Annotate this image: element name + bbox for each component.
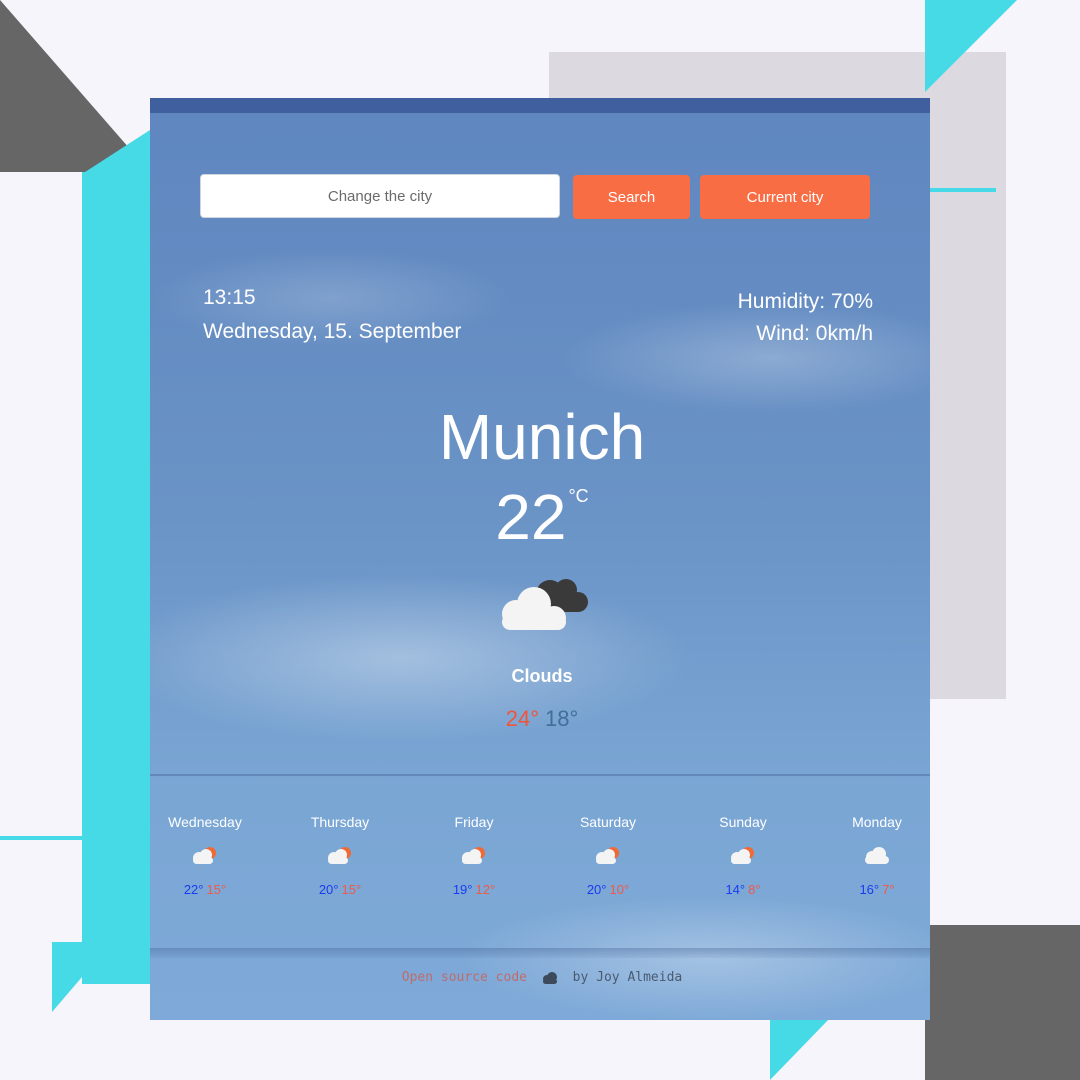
city-name: Munich [438, 401, 646, 473]
temperature-value: 22 [495, 481, 567, 553]
current-date: Wednesday, 15. September [203, 320, 462, 343]
weather-description: Clouds [511, 666, 573, 686]
forecast-min-temp: 15° [341, 882, 362, 897]
city-search-input[interactable] [200, 174, 560, 218]
forecast-max-temp: 20° [318, 882, 339, 897]
forecast-day: Friday 19° 12° [414, 814, 534, 897]
forecast-day-name: Monday [852, 814, 902, 830]
today-min-temp: 18° [545, 706, 579, 731]
forecast-day-name: Thursday [310, 814, 370, 830]
weather-app-window: Search Current city 13:15 Wednesday, 15.… [150, 98, 930, 1020]
forecast-min-temp: 15° [206, 882, 227, 897]
footer: Open source code by Joy Almeida [150, 970, 930, 985]
decor-dark-square-bottom-right [925, 925, 1080, 1080]
forecast-max-temp: 16° [859, 882, 880, 897]
forecast-max-temp: 20° [586, 882, 607, 897]
today-max-temp: 24° [505, 706, 539, 731]
forecast-day-name: Saturday [579, 814, 637, 830]
forecast-min-temp: 10° [609, 882, 630, 897]
current-temperature: 22 °C [150, 478, 930, 556]
forecast-day-name: Sunday [719, 814, 767, 830]
search-button[interactable]: Search [573, 175, 690, 219]
humidity-text: Humidity: 70% [737, 290, 873, 313]
sun-cloud-rain-icon [328, 847, 351, 870]
forecast-min-temp: 12° [475, 882, 496, 897]
cloud-sun-icon [542, 971, 557, 984]
forecast-max-temp: 19° [452, 882, 473, 897]
footer-divider [150, 948, 930, 958]
cloud-icon [865, 847, 889, 864]
divider [150, 774, 930, 776]
forecast-max-temp: 22° [183, 882, 204, 897]
current-time: 13:15 [203, 286, 256, 309]
forecast-row: Wednesday 22° 15° Thursday 20° 15° Friday [150, 814, 930, 934]
app-top-bar [150, 98, 930, 113]
clouds-icon [502, 579, 588, 630]
sun-cloud-rain-icon [462, 847, 485, 870]
forecast-day: Saturday 20° 10° [548, 814, 668, 897]
wind-text: Wind: 0km/h [756, 322, 873, 345]
decor-cyan-line-right [930, 188, 996, 192]
sun-cloud-rain-icon [193, 847, 216, 870]
decor-cyan-block-left [82, 172, 150, 984]
temperature-unit: °C [568, 486, 589, 506]
current-city-button[interactable]: Current city [700, 175, 870, 219]
sun-cloud-rain-icon [731, 847, 754, 870]
decor-cyan-triangle-bottom [770, 1018, 830, 1080]
decor-cyan-line-left [0, 836, 82, 840]
forecast-day-name: Wednesday [168, 814, 242, 830]
forecast-day: Sunday 14° 8° [683, 814, 803, 897]
open-source-link[interactable]: Open source code [402, 970, 527, 985]
sun-cloud-rain-icon [596, 847, 619, 870]
forecast-day: Monday 16° 7° [817, 814, 930, 897]
forecast-day: Wednesday 22° 15° [150, 814, 265, 897]
today-min-max: 24° 18° [150, 706, 930, 732]
footer-author: by Joy Almeida [572, 970, 683, 985]
forecast-day-name: Friday [454, 814, 494, 830]
forecast-max-temp: 14° [725, 882, 746, 897]
forecast-min-temp: 7° [882, 882, 895, 897]
forecast-min-temp: 8° [748, 882, 761, 897]
forecast-day: Thursday 20° 15° [280, 814, 400, 897]
